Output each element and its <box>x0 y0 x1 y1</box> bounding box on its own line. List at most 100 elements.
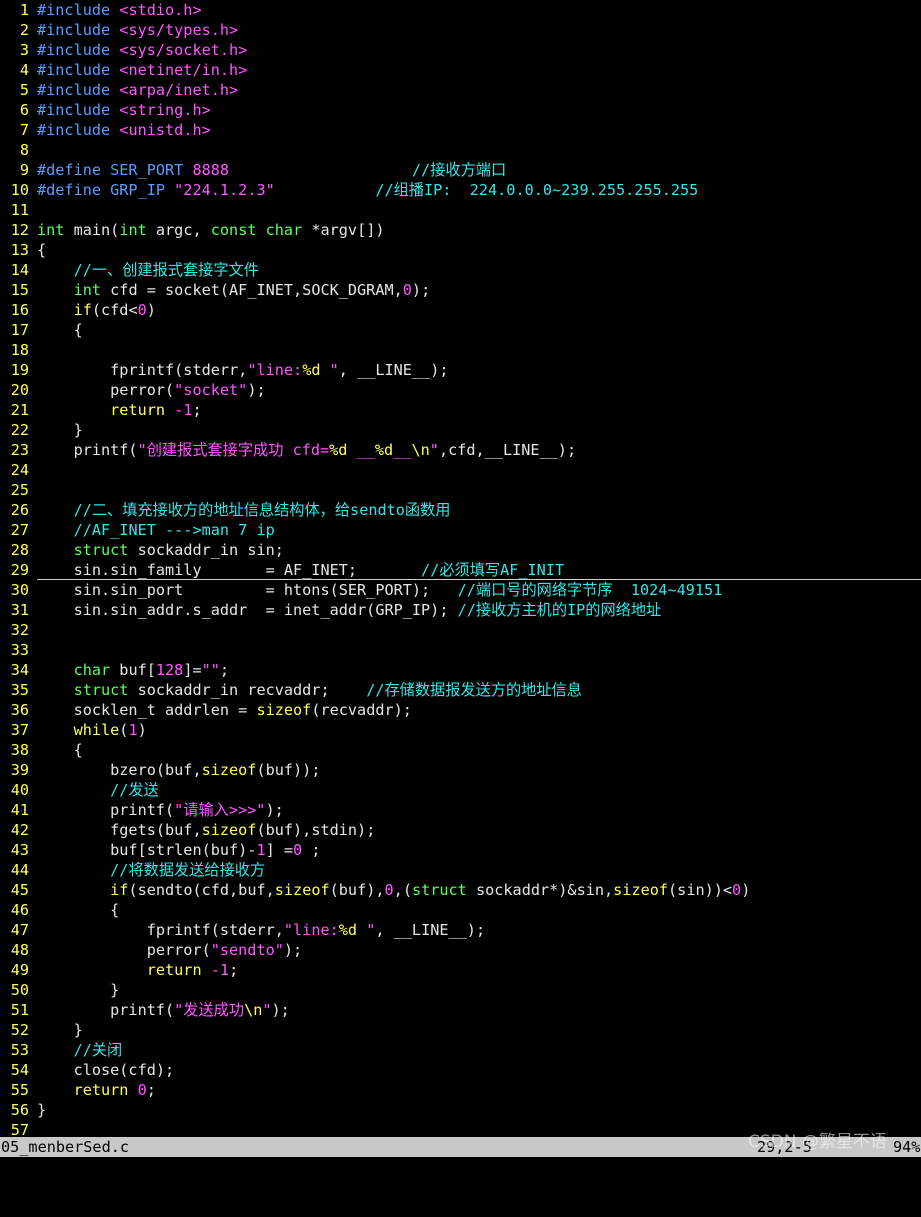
code-line[interactable]: 49 return -1; <box>0 960 921 980</box>
code-token: 0 <box>732 881 742 899</box>
code-line[interactable]: 50 } <box>0 980 921 1000</box>
code-line[interactable]: 10 #define GRP_IP "224.1.2.3" //组播IP: 224… <box>0 180 921 200</box>
line-number: 36 <box>10 701 29 719</box>
code-text: fprintf(stderr,"line:%d ", __LINE__); <box>37 921 485 939</box>
code-line[interactable]: 52 } <box>0 1020 921 1040</box>
code-line[interactable]: 37 while(1) <box>0 720 921 740</box>
code-token: #include <box>37 21 120 39</box>
code-line[interactable]: 29 sin.sin_family = AF_INET; //必须填写AF_IN… <box>0 560 921 580</box>
code-line[interactable]: 47 fprintf(stderr,"line:%d ", __LINE__); <box>0 920 921 940</box>
code-editor[interactable]: 1 #include <stdio.h> 2 #include <sys/types.… <box>0 0 921 1140</box>
code-token: %d <box>374 441 394 459</box>
code-token: //AF_INET --->man 7 ip <box>73 521 275 539</box>
code-line[interactable]: 48 perror("sendto"); <box>0 940 921 960</box>
code-token: #define SER_PORT <box>37 161 193 179</box>
code-token: { <box>37 321 83 339</box>
code-line[interactable]: 28 struct sockaddr_in sin; <box>0 540 921 560</box>
code-token: //一、创建报式套接字文件 <box>73 261 259 279</box>
code-line[interactable]: 11 <box>0 200 921 220</box>
code-token: -1 <box>210 961 230 979</box>
code-line[interactable]: 8 <box>0 140 921 160</box>
code-text: int main(int argc, const char *argv[]) <box>37 221 385 239</box>
code-line[interactable]: 4 #include <netinet/in.h> <box>0 60 921 80</box>
code-token: fprintf(stderr, <box>37 361 248 379</box>
code-line[interactable]: 33 <box>0 640 921 660</box>
code-line[interactable]: 27 //AF_INET --->man 7 ip <box>0 520 921 540</box>
code-line[interactable]: 43 buf[strlen(buf)-1] =0 ; <box>0 840 921 860</box>
code-line[interactable]: 40 //发送 <box>0 780 921 800</box>
code-token: ) <box>741 881 751 899</box>
code-line[interactable]: 31 sin.sin_addr.s_addr = inet_addr(GRP_I… <box>0 600 921 620</box>
code-line[interactable]: 15 int cfd = socket(AF_INET,SOCK_DGRAM,0… <box>0 280 921 300</box>
code-text: sin.sin_addr.s_addr = inet_addr(GRP_IP);… <box>37 601 662 619</box>
code-line[interactable]: 36 socklen_t addrlen = sizeof(recvaddr); <box>0 700 921 720</box>
code-line[interactable]: 17 { <box>0 320 921 340</box>
code-line[interactable]: 16 if(cfd<0) <box>0 300 921 320</box>
code-token: #include <box>37 61 120 79</box>
code-text: #include <sys/socket.h> <box>37 41 247 59</box>
code-line[interactable]: 56} <box>0 1100 921 1120</box>
code-line[interactable]: 51 printf("发送成功\n"); <box>0 1000 921 1020</box>
line-number: 31 <box>10 601 29 619</box>
code-token: %d <box>338 921 358 939</box>
code-line[interactable]: 12 int main(int argc, const char *argv[]) <box>0 220 921 240</box>
code-token: return <box>73 1081 129 1099</box>
code-line[interactable]: 24 <box>0 460 921 480</box>
code-line[interactable]: 7 #include <unistd.h> <box>0 120 921 140</box>
code-line[interactable]: 5 #include <arpa/inet.h> <box>0 80 921 100</box>
code-token: sin.sin_family = AF_INET; <box>37 561 422 579</box>
code-line[interactable]: 39 bzero(buf,sizeof(buf)); <box>0 760 921 780</box>
code-token: "sendto" <box>210 941 284 959</box>
code-text: { <box>37 901 119 919</box>
code-line[interactable]: 26 //二、填充接收方的地址信息结构体，给sendto函数用 <box>0 500 921 520</box>
code-line[interactable]: 34 char buf[128]=""; <box>0 660 921 680</box>
code-token: printf( <box>37 441 138 459</box>
code-token: ,cfd,__LINE__); <box>438 441 577 459</box>
code-line[interactable]: 53 //关闭 <box>0 1040 921 1060</box>
code-line[interactable]: 41 printf("请输入>>>"); <box>0 800 921 820</box>
code-line[interactable]: 9 #define SER_PORT 8888 //接收方端口 <box>0 160 921 180</box>
line-number: 42 <box>10 821 29 839</box>
code-token: 0 <box>137 1081 147 1099</box>
line-number: 43 <box>10 841 29 859</box>
code-line[interactable]: 38 { <box>0 740 921 760</box>
code-text: close(cfd); <box>37 1061 175 1079</box>
code-line[interactable]: 32 <box>0 620 921 640</box>
code-token: sizeof <box>201 821 257 839</box>
code-token: //关闭 <box>73 1041 123 1059</box>
code-line[interactable]: 23 printf("创建报式套接字成功 cfd=%d __%d__\n",cf… <box>0 440 921 460</box>
code-line[interactable]: 13 { <box>0 240 921 260</box>
line-number: 48 <box>10 941 29 959</box>
code-line[interactable]: 14 //一、创建报式套接字文件 <box>0 260 921 280</box>
code-token: //存储数据报发送方的地址信息 <box>366 681 582 699</box>
code-line[interactable]: 6 #include <string.h> <box>0 100 921 120</box>
code-line[interactable]: 20 perror("socket"); <box>0 380 921 400</box>
code-line[interactable]: 30 sin.sin_port = htons(SER_PORT); //端口号… <box>0 580 921 600</box>
code-line[interactable]: 25 <box>0 480 921 500</box>
code-line[interactable]: 2 #include <sys/types.h> <box>0 20 921 40</box>
line-number: 39 <box>10 761 29 779</box>
code-line[interactable]: 35 struct sockaddr_in recvaddr; //存储数据报发… <box>0 680 921 700</box>
code-line[interactable]: 19 fprintf(stderr,"line:%d ", __LINE__); <box>0 360 921 380</box>
code-line[interactable]: 1 #include <stdio.h> <box>0 0 921 20</box>
code-token: "" <box>201 661 220 679</box>
code-line[interactable]: 44 //将数据发送给接收方 <box>0 860 921 880</box>
code-line[interactable]: 18 <box>0 340 921 360</box>
code-token: , __LINE__); <box>375 921 486 939</box>
code-line[interactable]: 21 return -1; <box>0 400 921 420</box>
code-text: //AF_INET --->man 7 ip <box>37 521 275 539</box>
code-line[interactable]: 45 if(sendto(cfd,buf,sizeof(buf),0,(stru… <box>0 880 921 900</box>
code-line[interactable]: 42 fgets(buf,sizeof(buf),stdin); <box>0 820 921 840</box>
code-line[interactable]: 55 return 0; <box>0 1080 921 1100</box>
code-token: " <box>320 361 339 379</box>
code-line[interactable]: 3 #include <sys/socket.h> <box>0 40 921 60</box>
code-line[interactable]: 46 { <box>0 900 921 920</box>
code-line[interactable]: 22 } <box>0 420 921 440</box>
code-line[interactable]: 54 close(cfd); <box>0 1060 921 1080</box>
